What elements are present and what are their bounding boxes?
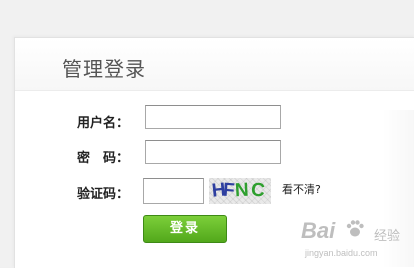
paw-icon (346, 220, 364, 237)
page-title: 管理登录 (62, 57, 146, 81)
watermark-brand: Bai (301, 218, 336, 243)
password-input[interactable] (145, 140, 281, 164)
captcha-label: 验证码： (77, 187, 130, 202)
captcha-input[interactable] (143, 178, 204, 204)
login-button[interactable]: 登录 (143, 215, 227, 243)
captcha-char: N (234, 179, 250, 202)
captcha-char: F (222, 179, 236, 202)
watermark-url: jingyan.baidu.com (305, 248, 378, 258)
username-label: 用户名： (77, 116, 130, 131)
captcha-image[interactable]: H F N C (209, 178, 271, 204)
watermark-suffix: 经验 (374, 229, 401, 244)
page-background: 管理登录 用户名： 密 码： 验证码： H F N C 看不清? 登录 Bai … (0, 0, 414, 268)
panel-header: 管理登录 (15, 38, 414, 91)
password-label: 密 码： (77, 151, 130, 166)
captcha-refresh-link[interactable]: 看不清? (282, 181, 321, 197)
baidu-jingyan-watermark: Bai 经验 jingyan.baidu.com (301, 212, 411, 264)
captcha-char: C (250, 179, 266, 202)
username-input[interactable] (145, 105, 281, 129)
